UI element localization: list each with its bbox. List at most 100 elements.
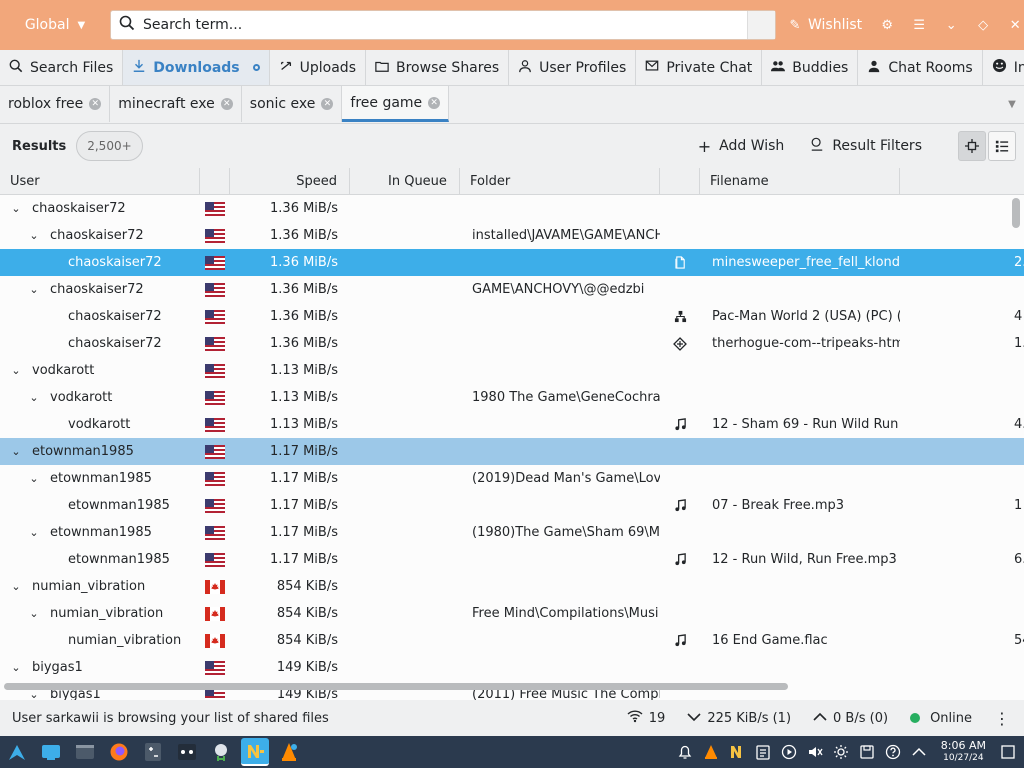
column-header-speed[interactable]: Speed	[230, 168, 350, 195]
user-name: biygas1	[32, 660, 83, 675]
term-tab-roblox-free[interactable]: roblox free ✕	[0, 86, 111, 122]
save-disk-icon[interactable]	[859, 744, 875, 760]
tab-buddies[interactable]: Buddies	[762, 50, 859, 85]
table-row[interactable]: ⌄ numian_vibration 854 KiB/s Free Mind\Comp…	[0, 600, 1024, 627]
column-header-type[interactable]	[660, 168, 700, 195]
chevron-down-icon[interactable]: ⌄	[10, 364, 22, 377]
result-filters-button[interactable]: Result Filters	[810, 137, 922, 155]
table-row[interactable]: ⌄ etownman1985 1.17 MiB/s	[0, 438, 1024, 465]
chevron-down-icon[interactable]: ⌄	[28, 607, 40, 620]
column-header-filename[interactable]: Filename	[700, 168, 900, 195]
table-row[interactable]: ⌄ vodkarott 1.13 MiB/s 1980 The Game\GeneCo…	[0, 384, 1024, 411]
tab-chat-rooms[interactable]: Chat Rooms	[858, 50, 983, 85]
chevron-down-icon[interactable]: ⌄	[28, 283, 40, 296]
table-row[interactable]: ⌄ chaoskaiser72 1.36 MiB/s installed\JAVAME…	[0, 222, 1024, 249]
firefox-icon[interactable]	[105, 738, 133, 766]
table-row[interactable]: chaoskaiser72 1.36 MiB/s minesweeper_free_…	[0, 249, 1024, 276]
system-clock[interactable]: 8:06 AM 10/27/24	[941, 740, 986, 764]
table-row[interactable]: ⌄ chaoskaiser72 1.36 MiB/s GAME\ANCHOVY\@@e…	[0, 276, 1024, 303]
terminal-icon[interactable]	[71, 738, 99, 766]
tray-expand-chevron-up-icon[interactable]	[911, 744, 927, 760]
peek-desktop-icon[interactable]	[1000, 744, 1016, 760]
vertical-scrollbar[interactable]	[1012, 198, 1020, 228]
connections-indicator[interactable]: 19	[627, 709, 665, 727]
list-view-icon[interactable]	[988, 131, 1016, 161]
tab-private-chat[interactable]: Private Chat	[636, 50, 763, 85]
term-tab-free-game[interactable]: free game ✕	[342, 86, 450, 122]
horizontal-scrollbar[interactable]	[4, 683, 788, 690]
tab-list-chevron-down-icon[interactable]: ▼	[1000, 86, 1024, 123]
column-header-in-queue[interactable]: In Queue	[350, 168, 460, 195]
app-launcher-icon[interactable]	[3, 738, 31, 766]
chevron-down-icon[interactable]: ⌄	[28, 526, 40, 539]
user-name: etownman1985	[50, 525, 152, 540]
table-row[interactable]: ⌄ numian_vibration 854 KiB/s	[0, 573, 1024, 600]
term-tab-minecraft-exe[interactable]: minecraft exe ✕	[110, 86, 242, 122]
tree-view-icon[interactable]	[958, 131, 986, 161]
column-header-country[interactable]	[200, 168, 230, 195]
chevron-down-icon[interactable]: ⌄	[10, 202, 22, 215]
close-tab-icon[interactable]: ✕	[428, 96, 441, 109]
close-window-icon[interactable]: ✕	[1008, 18, 1022, 33]
network-icon	[660, 303, 700, 330]
online-status-button[interactable]: Online	[910, 711, 972, 726]
hamburger-menu-icon[interactable]: ☰	[912, 18, 926, 33]
vlc-tray-icon[interactable]	[703, 744, 719, 760]
table-row[interactable]: ⌄ etownman1985 1.17 MiB/s (1980)The Game\Sh…	[0, 519, 1024, 546]
table-row[interactable]: chaoskaiser72 1.36 MiB/s Pac-Man World 2 (…	[0, 303, 1024, 330]
nicotine-app-icon[interactable]	[241, 738, 269, 766]
tab-search-files[interactable]: Search Files	[0, 50, 124, 85]
tab-user-profiles[interactable]: User Profiles	[509, 50, 637, 85]
tab-interests[interactable]: Interests	[983, 50, 1024, 85]
chevron-down-icon[interactable]: ⌄	[10, 445, 22, 458]
tab-downloads[interactable]: Downloads	[123, 50, 270, 85]
table-row[interactable]: ⌄ vodkarott 1.13 MiB/s	[0, 357, 1024, 384]
clipboard-icon[interactable]	[755, 744, 771, 760]
close-tab-icon[interactable]: ✕	[321, 98, 334, 110]
search-scope-dropdown[interactable]: Global ▼	[0, 0, 110, 50]
chevron-down-icon[interactable]: ⌄	[28, 229, 40, 242]
upload-speed-indicator[interactable]: 0 B/s (0)	[813, 711, 888, 726]
kebab-menu-icon[interactable]: ⋮	[994, 709, 1010, 728]
wishlist-button[interactable]: ✎ Wishlist	[788, 17, 863, 33]
table-row[interactable]: ⌄ etownman1985 1.17 MiB/s (2019)Dead Man's …	[0, 465, 1024, 492]
tab-browse-shares[interactable]: Browse Shares	[366, 50, 510, 85]
tab-uploads[interactable]: Uploads	[270, 50, 366, 85]
help-icon[interactable]	[885, 744, 901, 760]
search-submit-button[interactable]	[747, 11, 775, 39]
table-row[interactable]: numian_vibration 854 KiB/s 16 End Game.fla…	[0, 627, 1024, 654]
column-header-user[interactable]: User	[0, 168, 200, 195]
table-row[interactable]: etownman1985 1.17 MiB/s 12 - Run Wild, Run…	[0, 546, 1024, 573]
table-row[interactable]: ⌄ biygas1 149 KiB/s	[0, 654, 1024, 681]
column-header-folder[interactable]: Folder	[460, 168, 660, 195]
close-tab-icon[interactable]: ✕	[220, 98, 233, 110]
table-row[interactable]: etownman1985 1.17 MiB/s 07 - Break Free.mp…	[0, 492, 1024, 519]
chevron-down-icon[interactable]: ⌄	[10, 661, 22, 674]
table-row[interactable]: vodkarott 1.13 MiB/s 12 - Sham 69 - Run Wi…	[0, 411, 1024, 438]
search-input[interactable]	[143, 17, 739, 33]
download-speed-indicator[interactable]: 225 KiB/s (1)	[687, 711, 791, 726]
preferences-gear-icon[interactable]: ⚙	[880, 18, 894, 33]
discover-store-icon[interactable]	[207, 738, 235, 766]
maximize-window-icon[interactable]: ◇	[976, 18, 990, 33]
term-tab-sonic-exe[interactable]: sonic exe ✕	[242, 86, 343, 122]
vlc-taskbar-icon[interactable]	[275, 738, 303, 766]
media-player-icon[interactable]	[781, 744, 797, 760]
table-row[interactable]: chaoskaiser72 1.36 MiB/s therhogue-com--tr…	[0, 330, 1024, 357]
column-header-size[interactable]	[900, 168, 1024, 195]
calculator-icon[interactable]	[139, 738, 167, 766]
chevron-down-icon[interactable]: ⌄	[10, 580, 22, 593]
table-row[interactable]: ⌄ chaoskaiser72 1.36 MiB/s	[0, 195, 1024, 222]
brightness-icon[interactable]	[833, 744, 849, 760]
add-wish-button[interactable]: + Add Wish	[698, 137, 785, 156]
show-desktop-icon[interactable]	[37, 738, 65, 766]
close-tab-icon[interactable]: ✕	[89, 98, 102, 110]
notifications-bell-icon[interactable]	[677, 744, 693, 760]
speed-cell: 1.36 MiB/s	[270, 201, 338, 216]
chevron-down-icon[interactable]: ⌄	[28, 391, 40, 404]
system-monitor-icon[interactable]	[173, 738, 201, 766]
chevron-down-icon[interactable]: ⌄	[28, 472, 40, 485]
volume-muted-icon[interactable]	[807, 744, 823, 760]
minimize-window-icon[interactable]: ⌄	[944, 18, 958, 33]
nicotine-tray-icon[interactable]	[729, 744, 745, 760]
